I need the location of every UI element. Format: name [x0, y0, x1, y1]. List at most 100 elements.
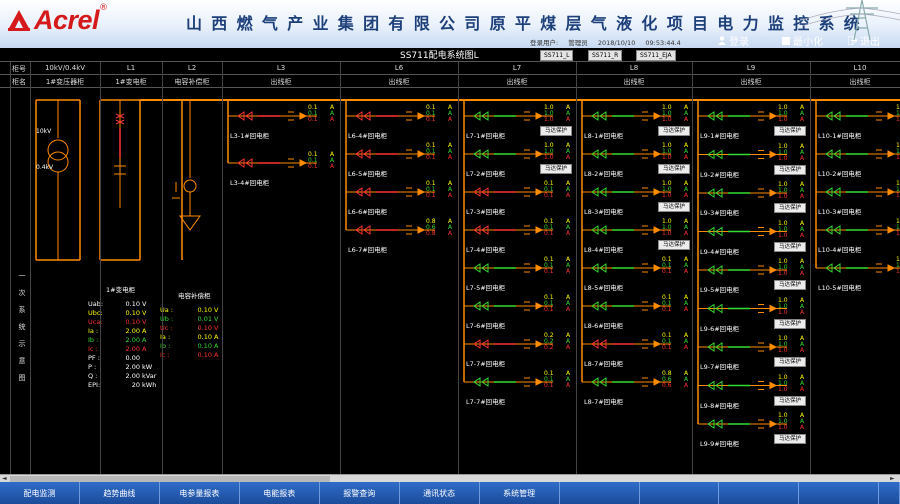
circuit-current-value: 1.0	[896, 230, 900, 237]
grid-column-divider	[458, 62, 459, 474]
nav-item-3[interactable]: 电能报表	[240, 482, 320, 504]
circuit-current-unit: A	[684, 230, 689, 237]
motor-protect-button[interactable]: 马达保护	[774, 280, 806, 290]
nav-item-6[interactable]: 系统管理	[480, 482, 560, 504]
circuit-current-unit: A	[800, 231, 805, 239]
measure-row: Q : 2.00 kVar	[88, 371, 156, 380]
circuit-current-value: 0.1	[426, 154, 436, 161]
measure-k: Ia :	[160, 332, 171, 341]
circuit-name: L10-3#回电柜	[818, 208, 862, 216]
nav-item-2[interactable]: 电参量报表	[160, 482, 240, 504]
measure-row: P : 2.00 kW	[88, 362, 154, 371]
circuit-current-unit: A	[566, 192, 571, 199]
circuit-name: L9-4#回电柜	[700, 247, 740, 256]
motor-protect-button[interactable]: 马达保护	[774, 395, 806, 406]
cabinet-id-2: L2	[187, 64, 197, 72]
cabinet-header-grid: 柜号 柜名 10kV/0.4kV 1#变压器柜 L1 1#变电柜 L2 电容补偿柜 L3 出线…	[0, 62, 900, 88]
motor-protect-button[interactable]: 马达保护	[774, 357, 806, 367]
nav-item-11[interactable]	[879, 482, 900, 504]
nav-item-4[interactable]: 报警查询	[320, 482, 400, 504]
circuit-current-unit: A	[684, 116, 689, 123]
measure-row: Ubc: 0.10 V	[88, 308, 154, 317]
measure-v: 2.00	[125, 344, 140, 353]
motor-protect-button[interactable]: 马达保护	[658, 164, 690, 174]
logout-icon	[848, 36, 857, 45]
motor-protect-button[interactable]: 马达保护	[658, 202, 690, 212]
arrow-symbol	[769, 304, 778, 313]
page-button-ss711-eja[interactable]: SS711_EJA	[636, 50, 676, 61]
circuit-current-value: 1.0	[896, 154, 900, 161]
circuit-current-unit: A	[448, 116, 453, 123]
page-button-ss711-l[interactable]: SS711_L	[540, 50, 574, 61]
scroll-right-icon[interactable]: ►	[890, 475, 895, 482]
measure-k: Ib :	[88, 335, 99, 344]
measure-v: 0.10	[197, 332, 212, 341]
motor-protect-button[interactable]: 马达保护	[774, 318, 806, 329]
measure-row: Ia : 0.10 A	[160, 332, 226, 341]
motor-protect-button[interactable]: 马达保护	[540, 126, 572, 136]
circuit-name: L7-1#回电柜	[466, 132, 506, 140]
cabinet-id-6: L8	[629, 64, 639, 72]
nav-item-10[interactable]	[799, 482, 880, 504]
motor-protect-button[interactable]: 马达保护	[774, 241, 806, 252]
logo-registered-mark: ®	[99, 3, 109, 13]
acrel-logo: Acrel ®	[6, 3, 109, 35]
arrow-symbol	[535, 188, 544, 196]
circuit-name: L8-5#回电柜	[584, 284, 624, 292]
circuit-name: L9-7#回电柜	[700, 363, 740, 371]
arrow-symbol	[535, 264, 544, 272]
logo-text: Acrel	[34, 4, 100, 35]
circuit-current-value: 1.0	[896, 192, 900, 199]
circuit-name: L8-3#回电柜	[584, 208, 624, 216]
measure-row: Ia : 2.00 A	[88, 326, 154, 335]
grid-column-divider	[100, 62, 101, 474]
logout-button[interactable]: 退出	[848, 34, 880, 48]
motor-protect-button[interactable]: 马达保护	[774, 203, 806, 213]
motor-protect-button[interactable]: 马达保护	[774, 126, 806, 136]
motor-protect-button[interactable]: 马达保护	[774, 434, 806, 444]
circuit-current-unit: A	[800, 154, 805, 162]
motor-protect-button[interactable]: 马达保护	[540, 164, 572, 174]
arrow-symbol	[769, 150, 778, 159]
motor-protect-button[interactable]: 马达保护	[774, 164, 806, 175]
measure-row: Ic : 2.00 A	[88, 344, 154, 353]
arrow-symbol	[887, 188, 896, 196]
measure-k: Ic :	[160, 350, 170, 359]
circuit-current-value: 0.1	[426, 192, 436, 199]
circuit-current-unit: A	[800, 424, 805, 431]
nav-item-1[interactable]: 趋势曲线	[80, 482, 160, 504]
measure-u: A	[142, 326, 147, 335]
circuit-current-value: 1.0	[662, 230, 672, 237]
circuit-name: L3-4#回电柜	[230, 179, 270, 187]
measure-u: kWh	[142, 380, 157, 389]
arrow-symbol	[887, 226, 896, 234]
minimize-button[interactable]: 最小化	[782, 34, 823, 48]
motor-protect-button[interactable]: 马达保护	[658, 240, 690, 250]
circuit-name: L9-9#回电柜	[700, 440, 740, 448]
page-button-ss711-r[interactable]: SS711_R	[588, 50, 623, 61]
arrow-symbol	[535, 112, 544, 120]
circuit-name: L3-1#回电柜	[230, 132, 270, 140]
arrow-symbol	[769, 189, 778, 197]
scroll-left-icon[interactable]: ◄	[2, 475, 7, 482]
measure-u: V	[142, 299, 147, 308]
circuit-current-value: 1.0	[662, 192, 672, 199]
measure-row: Ic : 0.10 A	[160, 350, 226, 359]
arrow-symbol	[769, 112, 778, 120]
measure-row: Uc : 0.10 V	[160, 323, 226, 332]
nav-item-9[interactable]	[719, 482, 800, 504]
circuit-name: L10-5#回电柜	[818, 284, 862, 292]
circuit-name: L9-1#回电柜	[700, 132, 740, 140]
circuit-current-value: 1.0	[544, 154, 554, 161]
motor-protect-button[interactable]: 马达保护	[658, 126, 690, 136]
measure-k: Ua :	[160, 305, 173, 314]
circuit-current-value: 0.1	[662, 268, 672, 275]
measure-row: Uab: 0.10 V	[88, 299, 154, 308]
measure-k: Q :	[88, 371, 98, 380]
nav-item-7[interactable]	[560, 482, 640, 504]
nav-item-0[interactable]: 配电监测	[0, 482, 80, 504]
measure-v: 2.00	[125, 371, 140, 380]
nav-item-8[interactable]	[640, 482, 720, 504]
nav-item-5[interactable]: 通讯状态	[400, 482, 480, 504]
login-button[interactable]: 登录	[718, 34, 749, 48]
